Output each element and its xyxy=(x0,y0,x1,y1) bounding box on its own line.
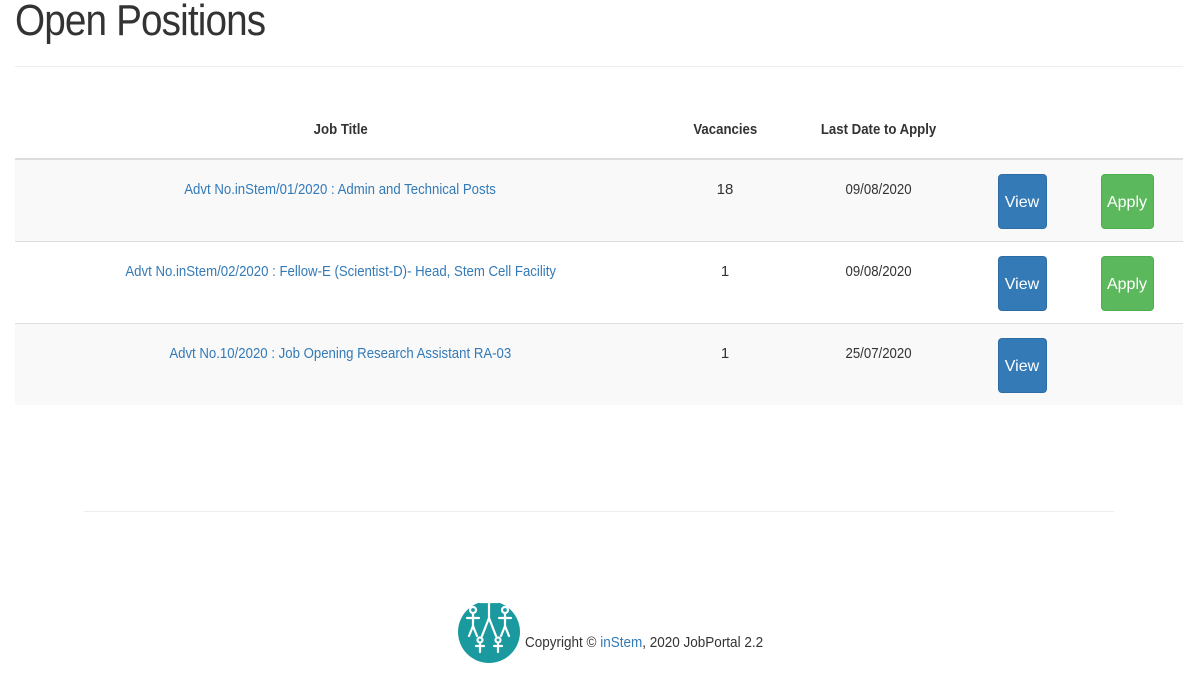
view-button[interactable]: View xyxy=(997,256,1047,311)
vacancies-cell: 1 xyxy=(666,323,784,405)
job-title-cell: Advt No.10/2020 : Job Opening Research A… xyxy=(15,323,666,405)
apply-button[interactable]: Apply xyxy=(1100,256,1154,311)
page-title: Open Positions xyxy=(15,0,266,45)
vacancies-value: 1 xyxy=(720,263,730,280)
header-apply-col xyxy=(1071,100,1183,160)
job-title-link[interactable]: Advt No.inStem/01/2020 : Admin and Techn… xyxy=(185,160,497,198)
view-cell: View xyxy=(973,159,1071,242)
last-date-value: 25/07/2020 xyxy=(845,345,912,362)
jobs-table: Job Title Vacancies Last Date to Apply A… xyxy=(15,100,1183,405)
apply-cell: Apply xyxy=(1071,241,1183,324)
copyright-prefix: Copyright © xyxy=(525,634,601,651)
job-title-cell: Advt No.inStem/01/2020 : Admin and Techn… xyxy=(15,159,666,242)
title-divider xyxy=(15,66,1183,67)
org-link[interactable]: inStem xyxy=(600,634,642,651)
apply-cell xyxy=(1071,323,1183,405)
header-last-date: Last Date to Apply xyxy=(784,100,973,160)
footer-copyright: Copyright © inStem, 2020 JobPortal 2.2 xyxy=(525,634,763,651)
last-date-value: 09/08/2020 xyxy=(845,263,912,280)
last-date-cell: 09/08/2020 xyxy=(784,159,973,242)
table-row: Advt No.inStem/01/2020 : Admin and Techn… xyxy=(15,159,1183,242)
vacancies-value: 18 xyxy=(716,181,734,198)
job-title-link[interactable]: Advt No.10/2020 : Job Opening Research A… xyxy=(170,324,512,362)
table-row: Advt No.inStem/02/2020 : Fellow-E (Scien… xyxy=(15,241,1183,324)
view-cell: View xyxy=(973,241,1071,324)
footer-divider xyxy=(84,511,1114,512)
table-row: Advt No.10/2020 : Job Opening Research A… xyxy=(15,323,1183,405)
job-title-cell: Advt No.inStem/02/2020 : Fellow-E (Scien… xyxy=(15,241,666,324)
view-button[interactable]: View xyxy=(997,338,1047,393)
job-title-link[interactable]: Advt No.inStem/02/2020 : Fellow-E (Scien… xyxy=(125,242,556,280)
apply-cell: Apply xyxy=(1071,159,1183,242)
view-button[interactable]: View xyxy=(997,174,1047,229)
copyright-suffix: , 2020 JobPortal 2.2 xyxy=(642,634,764,651)
instem-logo-icon xyxy=(458,586,520,663)
view-cell: View xyxy=(973,323,1071,405)
last-date-cell: 09/08/2020 xyxy=(784,241,973,324)
apply-button[interactable]: Apply xyxy=(1100,174,1154,229)
header-view-col xyxy=(973,100,1071,160)
table-header-row: Job Title Vacancies Last Date to Apply xyxy=(15,100,1183,160)
last-date-value: 09/08/2020 xyxy=(845,181,912,198)
vacancies-value: 1 xyxy=(720,345,730,362)
header-vacancies: Vacancies xyxy=(666,100,784,160)
vacancies-cell: 1 xyxy=(666,241,784,324)
vacancies-cell: 18 xyxy=(666,159,784,242)
header-job-title: Job Title xyxy=(15,100,666,160)
last-date-cell: 25/07/2020 xyxy=(784,323,973,405)
